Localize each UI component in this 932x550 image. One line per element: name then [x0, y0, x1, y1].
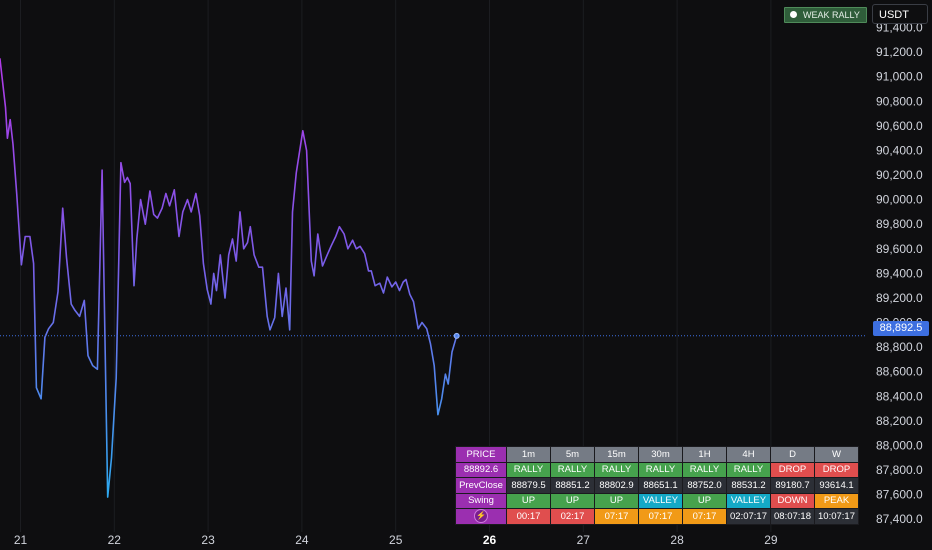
table-header-timeframe: 1H: [682, 446, 727, 463]
x-tick-label: 23: [201, 533, 215, 547]
table-cell: RALLY: [506, 461, 551, 478]
y-tick-label: 90,200.0: [876, 168, 923, 182]
table-cell: RALLY: [550, 461, 595, 478]
y-tick-label: 91,000.0: [876, 70, 923, 84]
table-header-timeframe: W: [814, 446, 859, 463]
table-cell: 00:17: [506, 508, 551, 525]
last-price-label: 88,892.5: [873, 321, 929, 336]
y-tick-label: 88,400.0: [876, 389, 923, 403]
table-header-timeframe: 30m: [638, 446, 683, 463]
y-tick-label: 87,400.0: [876, 512, 923, 526]
table-cell: 88851.2: [550, 477, 595, 494]
x-axis[interactable]: 21 22 23 24 25 26 27 28 29: [14, 533, 778, 547]
x-tick-label: 22: [108, 533, 122, 547]
table-row: PrevClose 88879.5 88851.2 88802.9 88651.1 887…: [455, 477, 859, 494]
x-tick-label: 24: [295, 533, 309, 547]
table-cell: PEAK: [814, 492, 859, 509]
x-tick-label: 25: [389, 533, 403, 547]
table-cell: DOWN: [770, 492, 815, 509]
table-cell: UP: [506, 492, 551, 509]
table-cell: DROP: [770, 461, 815, 478]
table-row-label: Swing: [455, 492, 507, 509]
table-cell: 88531.2: [726, 477, 771, 494]
table-cell: RALLY: [594, 461, 639, 478]
x-tick-label: 29: [764, 533, 778, 547]
table-header-price: PRICE: [455, 446, 507, 463]
table-cell: VALLEY: [638, 492, 683, 509]
table-row: 88892.6 RALLY RALLY RALLY RALLY RALLY RALLY DRO…: [455, 461, 859, 478]
table-cell: DROP: [814, 461, 859, 478]
x-tick-label: 26: [483, 533, 497, 547]
table-cell: RALLY: [726, 461, 771, 478]
table-cell: UP: [550, 492, 595, 509]
table-cell: 02:17: [550, 508, 595, 525]
table-header-timeframe: D: [770, 446, 815, 463]
table-row-label: PrevClose: [455, 477, 507, 494]
table-cell: 89180.7: [770, 477, 815, 494]
table-cell: RALLY: [682, 461, 727, 478]
y-tick-label: 88,200.0: [876, 414, 923, 428]
table-row-label: 88892.6: [455, 461, 507, 478]
y-tick-label: 90,800.0: [876, 94, 923, 108]
table-cell: RALLY: [638, 461, 683, 478]
table-cell: VALLEY: [726, 492, 771, 509]
table-header-timeframe: 4H: [726, 446, 771, 463]
table-cell: 10:07:17: [814, 508, 859, 525]
y-tick-label: 88,600.0: [876, 365, 923, 379]
y-tick-label: 89,600.0: [876, 242, 923, 256]
table-cell: UP: [682, 492, 727, 509]
table-row: Swing UP UP UP VALLEY UP VALLEY DOWN PEAK: [455, 492, 859, 509]
currency-selector-button[interactable]: USDT: [872, 4, 928, 24]
y-tick-label: 89,400.0: [876, 266, 923, 280]
table-cell: UP: [594, 492, 639, 509]
x-tick-label: 28: [670, 533, 684, 547]
table-cell: 88802.9: [594, 477, 639, 494]
table-cell: 88651.1: [638, 477, 683, 494]
y-tick-label: 87,600.0: [876, 488, 923, 502]
lightning-bolt-icon: ⚡: [474, 509, 488, 524]
table-cell: 08:07:18: [770, 508, 815, 525]
price-line-series: [0, 58, 460, 498]
table-cell: 88752.0: [682, 477, 727, 494]
y-tick-label: 88,800.0: [876, 340, 923, 354]
table-header-timeframe: 5m: [550, 446, 595, 463]
timeframe-stats-table: PRICE 1m 5m 15m 30m 1H 4H D W 88892.6 RALLY RALLY RA…: [455, 446, 859, 525]
table-header-row: PRICE 1m 5m 15m 30m 1H 4H D W: [455, 446, 859, 463]
table-header-timeframe: 1m: [506, 446, 551, 463]
table-row: ⚡ 00:17 02:17 07:17 07:17 07:17 02:07:17 08:07:…: [455, 508, 859, 525]
x-tick-label: 27: [577, 533, 591, 547]
table-cell: 88879.5: [506, 477, 551, 494]
table-cell: 07:17: [594, 508, 639, 525]
y-tick-label: 89,200.0: [876, 291, 923, 305]
y-tick-label: 90,400.0: [876, 143, 923, 157]
table-row-label: ⚡: [455, 508, 507, 525]
y-tick-label: 91,200.0: [876, 45, 923, 59]
y-tick-label: 89,800.0: [876, 217, 923, 231]
y-tick-label: 90,000.0: [876, 193, 923, 207]
x-tick-label: 21: [14, 533, 28, 547]
table-header-timeframe: 15m: [594, 446, 639, 463]
status-badge: WEAK RALLY: [784, 7, 867, 23]
y-axis[interactable]: 91,400.091,200.091,000.090,800.090,600.0…: [876, 21, 923, 527]
y-tick-label: 88,000.0: [876, 438, 923, 452]
table-cell: 93614.1: [814, 477, 859, 494]
y-tick-label: 90,600.0: [876, 119, 923, 133]
price-line: [0, 58, 458, 498]
table-cell: 07:17: [682, 508, 727, 525]
y-tick-label: 87,800.0: [876, 463, 923, 477]
table-cell: 02:07:17: [726, 508, 771, 525]
table-cell: 07:17: [638, 508, 683, 525]
